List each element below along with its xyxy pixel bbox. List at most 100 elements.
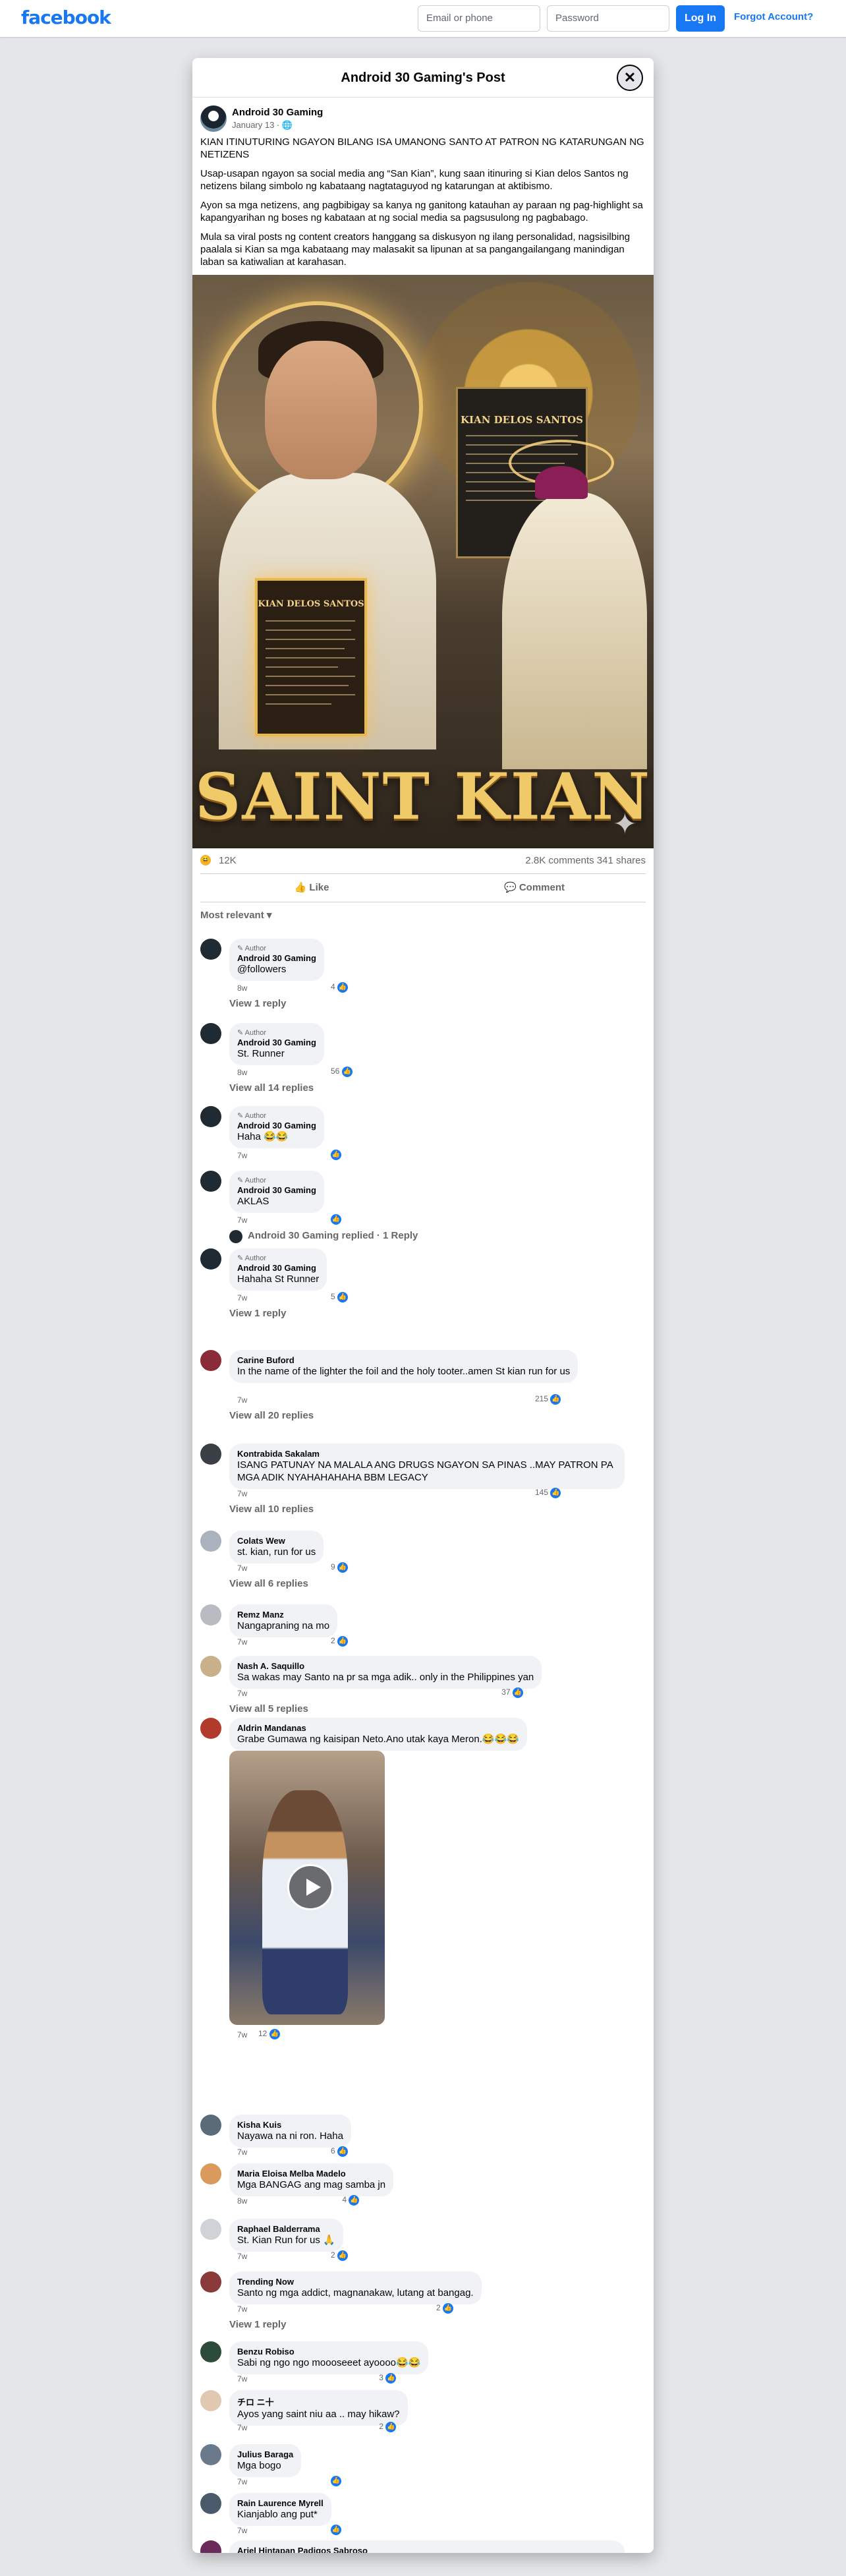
avatar[interactable] — [200, 2540, 221, 2553]
view-replies-link[interactable]: Android 30 Gaming replied · 1 Reply — [248, 1230, 418, 1241]
comment-reactions[interactable]: 4 👍 — [331, 982, 349, 993]
comment-timestamp[interactable]: 8w — [237, 2196, 247, 2206]
commenter-name[interactable]: Benzu Robiso — [237, 2347, 420, 2356]
comment-button[interactable]: 💬 Comment — [423, 874, 646, 902]
commenter-name[interactable]: Android 30 Gaming — [237, 1121, 316, 1130]
comment-timestamp[interactable]: 8w — [237, 983, 247, 993]
view-replies-link[interactable]: View 1 reply — [229, 2319, 286, 2330]
comment-timestamp[interactable]: 7w — [237, 1489, 247, 1498]
comment-reactions[interactable]: 👍 — [331, 2525, 341, 2535]
comment-reactions[interactable]: 👍 — [331, 1150, 341, 1160]
view-replies-link[interactable]: View all 6 replies — [229, 1578, 308, 1589]
comment-timestamp[interactable]: 7w — [237, 1215, 247, 1225]
view-replies-link[interactable]: View 1 reply — [229, 1308, 286, 1319]
avatar[interactable] — [200, 2271, 221, 2293]
avatar[interactable] — [200, 2444, 221, 2465]
post-date-text[interactable]: January 13 · — [232, 120, 282, 130]
comment-reactions[interactable]: 👍 — [331, 1214, 341, 1225]
view-replies-link[interactable]: View 1 reply — [229, 998, 286, 1009]
password-field[interactable]: Password — [547, 5, 669, 32]
commenter-name[interactable]: Kontrabida Sakalam — [237, 1449, 617, 1459]
avatar[interactable] — [200, 2341, 221, 2362]
post-date[interactable]: January 13 · 🌐 — [232, 120, 293, 131]
avatar[interactable] — [200, 2163, 221, 2184]
comment-timestamp[interactable]: 7w — [237, 1564, 247, 1573]
comment-sort-dropdown[interactable]: Most relevant ▾ — [192, 902, 654, 926]
comment-reactions[interactable]: 12 👍 — [258, 2029, 280, 2039]
login-button[interactable]: Log In — [676, 5, 725, 32]
view-replies-link[interactable]: View all 14 replies — [229, 1082, 314, 1094]
forgot-account-link[interactable]: Forgot Account? — [734, 11, 813, 22]
avatar[interactable] — [200, 1171, 221, 1192]
avatar[interactable] — [200, 2390, 221, 2411]
comment-timestamp[interactable]: 7w — [237, 2423, 247, 2432]
comment-reactions[interactable]: 👍 — [331, 2476, 341, 2486]
comment-reactions[interactable]: 2 👍 — [436, 2303, 454, 2314]
commenter-name[interactable]: Rain Laurence Myrell — [237, 2498, 324, 2508]
comment-timestamp[interactable]: 7w — [237, 2148, 247, 2157]
view-replies-link[interactable]: View all 5 replies — [229, 1703, 308, 1714]
commenter-name[interactable]: Maria Eloisa Melba Madelo — [237, 2169, 385, 2179]
avatar[interactable] — [200, 939, 221, 960]
avatar[interactable] — [200, 2493, 221, 2514]
commenter-name[interactable]: Colats Wew — [237, 1536, 316, 1546]
view-replies-link[interactable]: View all 20 replies — [229, 1410, 314, 1421]
comment-reactions[interactable]: 2 👍 — [379, 2422, 397, 2432]
comment-timestamp[interactable]: 7w — [237, 1637, 247, 1647]
play-icon[interactable] — [287, 1864, 333, 1910]
commenter-name[interactable]: Android 30 Gaming — [237, 1263, 319, 1273]
comment-timestamp[interactable]: 7w — [237, 1293, 247, 1303]
commenter-name[interactable]: Trending Now — [237, 2277, 474, 2287]
avatar[interactable] — [200, 1718, 221, 1739]
comment-timestamp[interactable]: 7w — [237, 1689, 247, 1698]
commenter-name[interactable]: Julius Baraga — [237, 2449, 293, 2459]
commenter-name[interactable]: Android 30 Gaming — [237, 1185, 316, 1195]
comment-video[interactable] — [229, 1751, 385, 2025]
comment-timestamp[interactable]: 7w — [237, 1151, 247, 1160]
reaction-icons[interactable]: 😆 — [200, 854, 211, 866]
avatar[interactable] — [200, 1656, 221, 1677]
commenter-name[interactable]: Kisha Kuis — [237, 2120, 343, 2130]
comment-timestamp[interactable]: 7w — [237, 1395, 247, 1405]
comment-reactions[interactable]: 9 👍 — [331, 1562, 349, 1573]
avatar[interactable] — [200, 1350, 221, 1371]
reaction-count[interactable]: 12K — [219, 855, 237, 866]
like-button[interactable]: 👍 Like — [200, 874, 423, 902]
comment-timestamp[interactable]: 7w — [237, 2374, 247, 2384]
avatar[interactable] — [200, 105, 227, 132]
commenter-name[interactable]: Remz Manz — [237, 1610, 329, 1620]
comment-reactions[interactable]: 2 👍 — [331, 1636, 349, 1647]
avatar[interactable] — [200, 1248, 221, 1270]
comment-reactions[interactable]: 56 👍 — [331, 1067, 352, 1077]
comments-shares-count[interactable]: 2.8K comments 341 shares — [525, 855, 646, 866]
avatar[interactable] — [200, 1023, 221, 1044]
comment-timestamp[interactable]: 7w — [237, 2252, 247, 2261]
commenter-name[interactable]: Android 30 Gaming — [237, 1038, 316, 1047]
avatar[interactable] — [200, 1106, 221, 1127]
comment-reactions[interactable]: 4 👍 — [342, 2195, 360, 2206]
avatar[interactable] — [200, 2115, 221, 2136]
facebook-logo[interactable]: facebook — [21, 7, 111, 28]
commenter-name[interactable]: Ariel Hintapan Padigos Sabroso — [237, 2546, 617, 2553]
commenter-name[interactable]: Aldrin Mandanas — [237, 1723, 519, 1733]
commenter-name[interactable]: Android 30 Gaming — [237, 953, 316, 963]
post-author-name[interactable]: Android 30 Gaming — [232, 107, 323, 118]
comment-timestamp[interactable]: 7w — [237, 2526, 247, 2535]
view-replies-link[interactable]: View all 10 replies — [229, 1504, 314, 1515]
email-field[interactable]: Email or phone — [418, 5, 540, 32]
avatar[interactable] — [200, 1444, 221, 1465]
comment-reactions[interactable]: 6 👍 — [331, 2146, 349, 2157]
post-image[interactable]: KIAN DELOS SANTOS KIAN DELOS SANTOS SAIN… — [192, 275, 654, 848]
commenter-name[interactable]: Nash A. Saquillo — [237, 1661, 534, 1671]
comment-timestamp[interactable]: 7w — [237, 2304, 247, 2314]
comment-reactions[interactable]: 3 👍 — [379, 2373, 397, 2384]
comment-timestamp[interactable]: 7w — [237, 2030, 247, 2039]
comment-reactions[interactable]: 2 👍 — [331, 2250, 349, 2261]
commenter-name[interactable]: チロ ニ十 — [237, 2395, 400, 2408]
comment-timestamp[interactable]: 7w — [237, 2477, 247, 2486]
avatar[interactable] — [229, 1230, 242, 1243]
comment-reactions[interactable]: 215 👍 — [535, 1394, 561, 1405]
comment-timestamp[interactable]: 8w — [237, 1068, 247, 1077]
commenter-name[interactable]: Carine Buford — [237, 1355, 570, 1365]
avatar[interactable] — [200, 2219, 221, 2240]
